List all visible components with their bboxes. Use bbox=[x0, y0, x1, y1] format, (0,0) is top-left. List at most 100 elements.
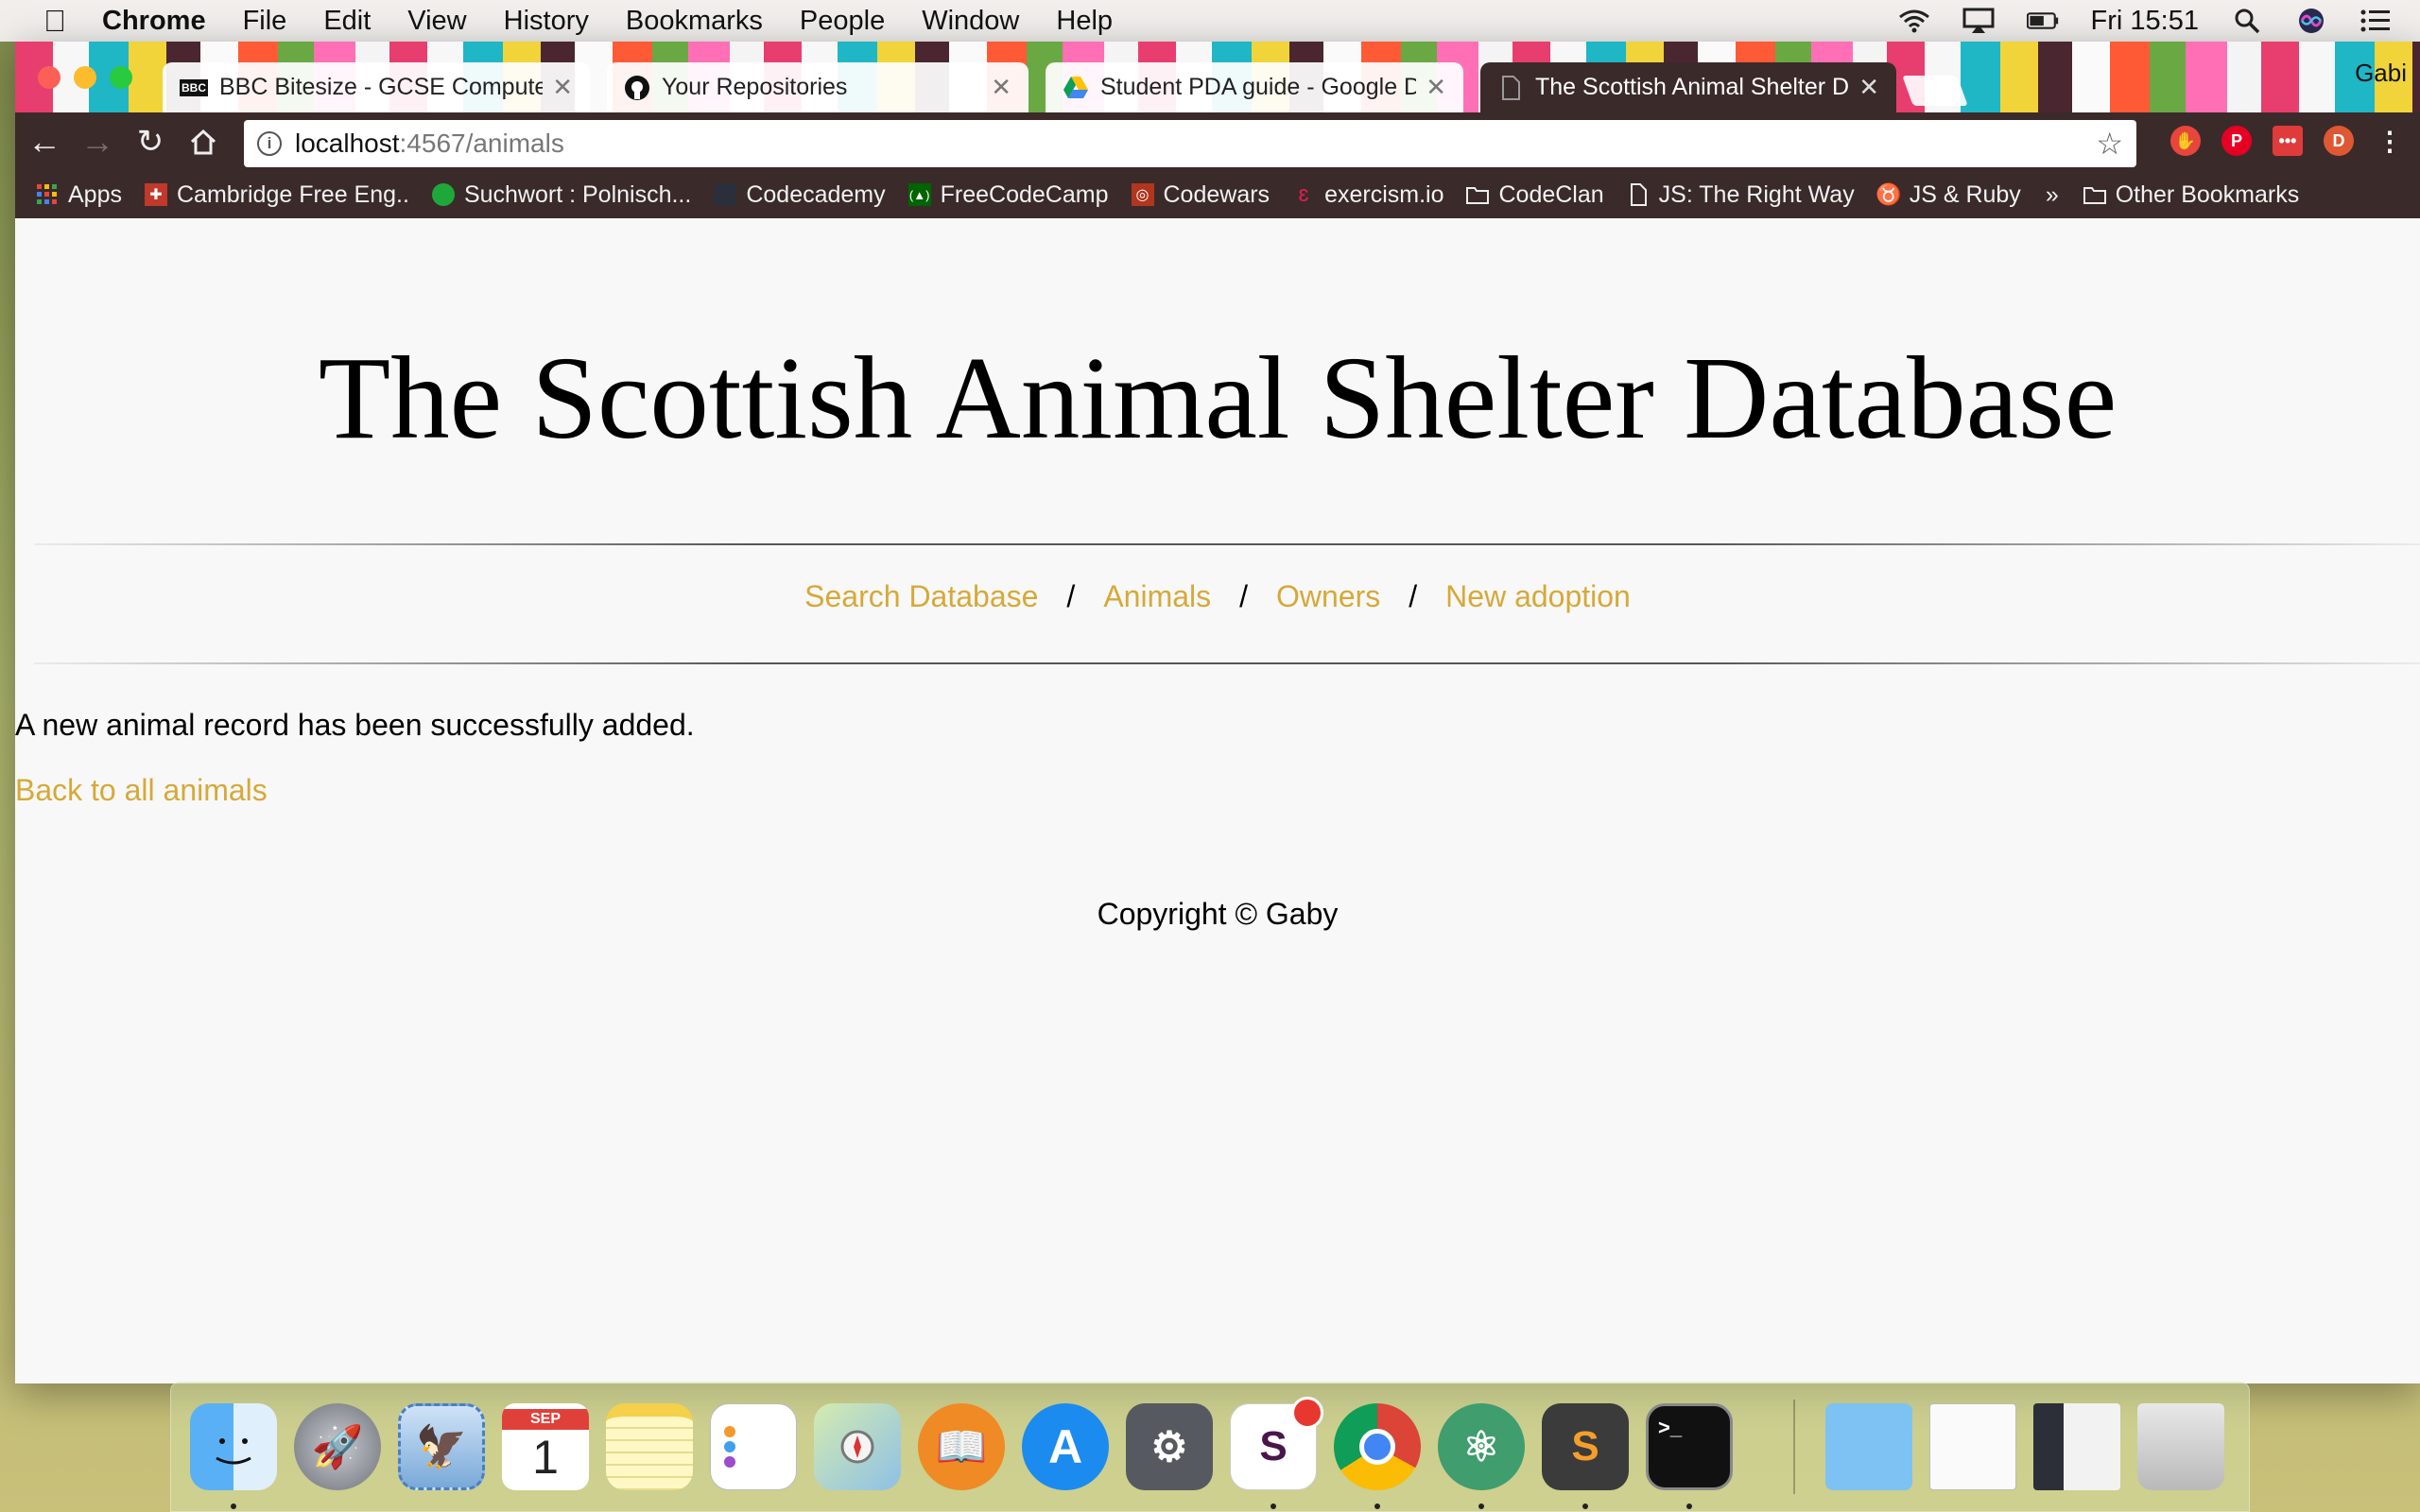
tab-your-repositories[interactable]: Your Repositories ✕ bbox=[607, 62, 1028, 112]
tab-scottish-animal-shelter[interactable]: The Scottish Animal Shelter Database ✕ bbox=[1480, 62, 1896, 112]
bookmarks-overflow-button[interactable]: » bbox=[2046, 181, 2059, 209]
tab-close-icon[interactable]: ✕ bbox=[1858, 73, 1879, 102]
bookmark-freecodecamp[interactable]: (▲) FreeCodeCamp bbox=[908, 181, 1109, 209]
battery-icon[interactable] bbox=[2026, 8, 2059, 34]
bookmark-label: FreeCodeCamp bbox=[940, 180, 1109, 208]
back-to-all-animals-link[interactable]: Back to all animals bbox=[15, 773, 268, 808]
bookmark-star-icon[interactable]: ☆ bbox=[2096, 126, 2123, 162]
back-arrow-icon[interactable]: ← bbox=[21, 118, 68, 165]
window-close-button[interactable] bbox=[38, 66, 60, 89]
trash-icon[interactable] bbox=[2137, 1403, 2224, 1490]
app-store-icon[interactable]: A bbox=[1022, 1403, 1109, 1490]
downloads-folder-icon[interactable] bbox=[1825, 1403, 1912, 1490]
new-tab-button[interactable] bbox=[1902, 76, 1968, 106]
address-bar[interactable]: i localhost:4567/animals ☆ bbox=[244, 120, 2136, 167]
tab-strip: BBC BBC Bitesize - GCSE Computer Science… bbox=[15, 42, 2420, 112]
tab-student-pda-guide[interactable]: Student PDA guide - Google Drive ✕ bbox=[1046, 62, 1463, 112]
cambridge-icon: ✚ bbox=[144, 183, 167, 206]
reminders-icon[interactable] bbox=[710, 1403, 797, 1490]
notification-center-icon[interactable] bbox=[2360, 8, 2392, 34]
tab-bbc-bitesize[interactable]: BBC BBC Bitesize - GCSE Computer Science… bbox=[163, 62, 590, 112]
notes-icon[interactable] bbox=[606, 1403, 693, 1490]
menu-people[interactable]: People bbox=[800, 6, 885, 37]
divider bbox=[34, 543, 2420, 545]
nav-link-owners[interactable]: Owners bbox=[1276, 579, 1380, 613]
url-host: localhost bbox=[295, 129, 400, 158]
airplay-icon[interactable] bbox=[1962, 8, 1995, 34]
nav-link-new-adoption[interactable]: New adoption bbox=[1445, 579, 1631, 613]
bookmark-codecademy[interactable]: Codecademy bbox=[714, 181, 886, 209]
folder-icon bbox=[2083, 183, 2106, 206]
mail-icon[interactable]: 🦅 bbox=[398, 1403, 485, 1490]
menu-window[interactable]: Window bbox=[922, 6, 1019, 37]
pocket-extension-icon[interactable]: ••• bbox=[2273, 126, 2303, 156]
running-indicator bbox=[1478, 1503, 1484, 1509]
siri-icon[interactable] bbox=[2295, 8, 2327, 34]
menu-app-chrome[interactable]: Chrome bbox=[102, 6, 206, 37]
window-maximize-button[interactable] bbox=[110, 66, 132, 89]
slack-icon[interactable]: S bbox=[1230, 1397, 1323, 1490]
menu-edit[interactable]: Edit bbox=[323, 6, 371, 37]
home-icon[interactable] bbox=[180, 118, 227, 165]
bookmark-apps[interactable]: Apps bbox=[36, 181, 122, 209]
spotlight-icon[interactable] bbox=[2231, 8, 2263, 34]
adblock-extension-icon[interactable]: ✋ bbox=[2170, 126, 2201, 156]
bookmark-codewars[interactable]: ◎ Codewars bbox=[1131, 181, 1270, 209]
bookmark-js-ruby[interactable]: ♉ JS & Ruby bbox=[1876, 181, 2021, 209]
chrome-menu-icon[interactable]: ⋮ bbox=[2375, 126, 2405, 156]
nav-link-search-database[interactable]: Search Database bbox=[804, 579, 1038, 613]
system-preferences-icon[interactable]: ⚙ bbox=[1126, 1403, 1213, 1490]
bookmark-exercism[interactable]: ɛ exercism.io bbox=[1292, 181, 1444, 209]
bookmark-suchwort[interactable]: Suchwort : Polnisch... bbox=[431, 180, 692, 209]
site-info-icon[interactable]: i bbox=[257, 131, 282, 156]
menu-view[interactable]: View bbox=[407, 6, 466, 37]
tab-close-icon[interactable]: ✕ bbox=[1426, 73, 1446, 102]
cow-icon: ♉ bbox=[1876, 182, 1902, 206]
ibooks-icon[interactable]: 📖 bbox=[918, 1403, 1005, 1490]
running-indicator bbox=[1374, 1503, 1380, 1509]
running-indicator bbox=[1270, 1503, 1276, 1509]
tab-close-icon[interactable]: ✕ bbox=[991, 73, 1011, 102]
document-thumbnail-icon[interactable] bbox=[1929, 1403, 2016, 1490]
menu-help[interactable]: Help bbox=[1056, 6, 1113, 37]
exercism-icon: ɛ bbox=[1298, 181, 1309, 207]
nav-link-animals[interactable]: Animals bbox=[1103, 579, 1211, 613]
terminal-prompt: >_ bbox=[1658, 1416, 1683, 1439]
chrome-icon[interactable] bbox=[1334, 1403, 1421, 1490]
menu-file[interactable]: File bbox=[243, 6, 287, 37]
bookmark-label: Suchwort : Polnisch... bbox=[463, 180, 692, 208]
bookmark-cambridge[interactable]: ✚ Cambridge Free Eng.. bbox=[144, 180, 409, 209]
maps-icon[interactable] bbox=[814, 1403, 901, 1490]
codecademy-icon bbox=[714, 183, 737, 206]
wifi-icon[interactable] bbox=[1898, 8, 1930, 34]
forward-arrow-icon[interactable]: → bbox=[74, 118, 121, 165]
profile-button[interactable]: Gabi bbox=[2355, 59, 2407, 88]
codewars-icon: ◎ bbox=[1131, 183, 1154, 206]
terminal-icon[interactable]: >_ bbox=[1646, 1403, 1733, 1490]
duckduckgo-extension-icon[interactable]: D bbox=[2324, 126, 2354, 156]
pinterest-extension-icon[interactable]: P bbox=[2221, 126, 2252, 156]
tab-close-icon[interactable]: ✕ bbox=[552, 73, 573, 102]
bookmark-other-bookmarks[interactable]: Other Bookmarks bbox=[2083, 181, 2299, 209]
apple-menu-icon[interactable]:  bbox=[36, 4, 74, 39]
launchpad-icon[interactable]: 🚀 bbox=[294, 1403, 381, 1490]
finder-icon[interactable] bbox=[190, 1403, 277, 1490]
page-icon bbox=[1497, 75, 1524, 101]
menu-history[interactable]: History bbox=[504, 6, 589, 37]
atom-icon[interactable]: ⚛ bbox=[1438, 1403, 1525, 1490]
document-thumbnail-icon[interactable] bbox=[2033, 1403, 2120, 1490]
menu-bookmarks[interactable]: Bookmarks bbox=[626, 6, 763, 37]
clock[interactable]: Fri 15:51 bbox=[2091, 6, 2199, 37]
calendar-day: 1 bbox=[532, 1431, 559, 1484]
divider bbox=[34, 662, 2420, 664]
reload-icon[interactable]: ↻ bbox=[127, 118, 174, 165]
bookmark-label: Cambridge Free Eng.. bbox=[176, 180, 409, 208]
calendar-icon[interactable]: SEP 1 bbox=[502, 1403, 589, 1490]
sublime-text-icon[interactable]: S bbox=[1542, 1403, 1629, 1490]
window-minimize-button[interactable] bbox=[74, 66, 96, 89]
success-message: A new animal record has been successfull… bbox=[15, 708, 695, 742]
bookmark-label: CodeClan bbox=[1498, 180, 1604, 208]
bookmark-codeclan[interactable]: CodeClan bbox=[1466, 180, 1604, 209]
bookmark-js-the-right-way[interactable]: JS: The Right Way bbox=[1627, 181, 1855, 209]
tab-title: Your Repositories bbox=[662, 74, 848, 100]
